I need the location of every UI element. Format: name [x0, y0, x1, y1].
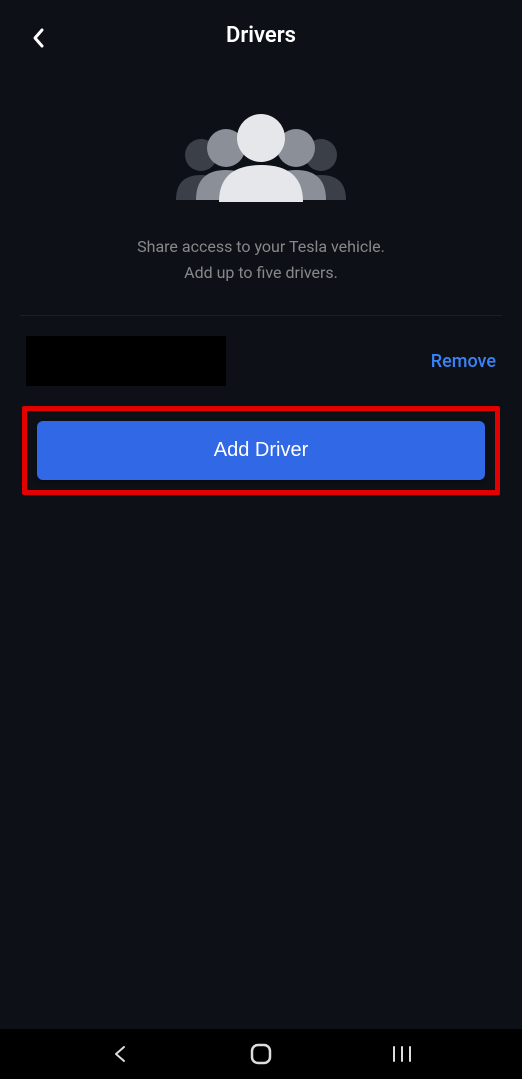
hero-line-2: Add up to five drivers.: [137, 260, 385, 286]
nav-back-button[interactable]: [100, 1034, 140, 1074]
chevron-left-icon: [31, 26, 47, 50]
system-nav-bar: [0, 1029, 522, 1079]
nav-home-button[interactable]: [241, 1034, 281, 1074]
nav-recents-icon: [391, 1045, 413, 1063]
nav-home-icon: [249, 1042, 273, 1066]
page-title: Drivers: [16, 23, 506, 48]
hero-section: Share access to your Tesla vehicle. Add …: [0, 70, 522, 315]
highlight-annotation: Add Driver: [22, 406, 500, 495]
drivers-group-icon: [161, 110, 361, 210]
driver-list-item: Remove: [0, 316, 522, 406]
remove-driver-link[interactable]: Remove: [431, 351, 496, 372]
back-button[interactable]: [24, 23, 54, 53]
hero-line-1: Share access to your Tesla vehicle.: [137, 234, 385, 260]
hero-text: Share access to your Tesla vehicle. Add …: [137, 234, 385, 285]
driver-name-redacted: [26, 336, 226, 386]
nav-recents-button[interactable]: [382, 1034, 422, 1074]
add-driver-button[interactable]: Add Driver: [37, 421, 485, 480]
nav-back-icon: [110, 1044, 130, 1064]
header: Drivers: [0, 0, 522, 70]
